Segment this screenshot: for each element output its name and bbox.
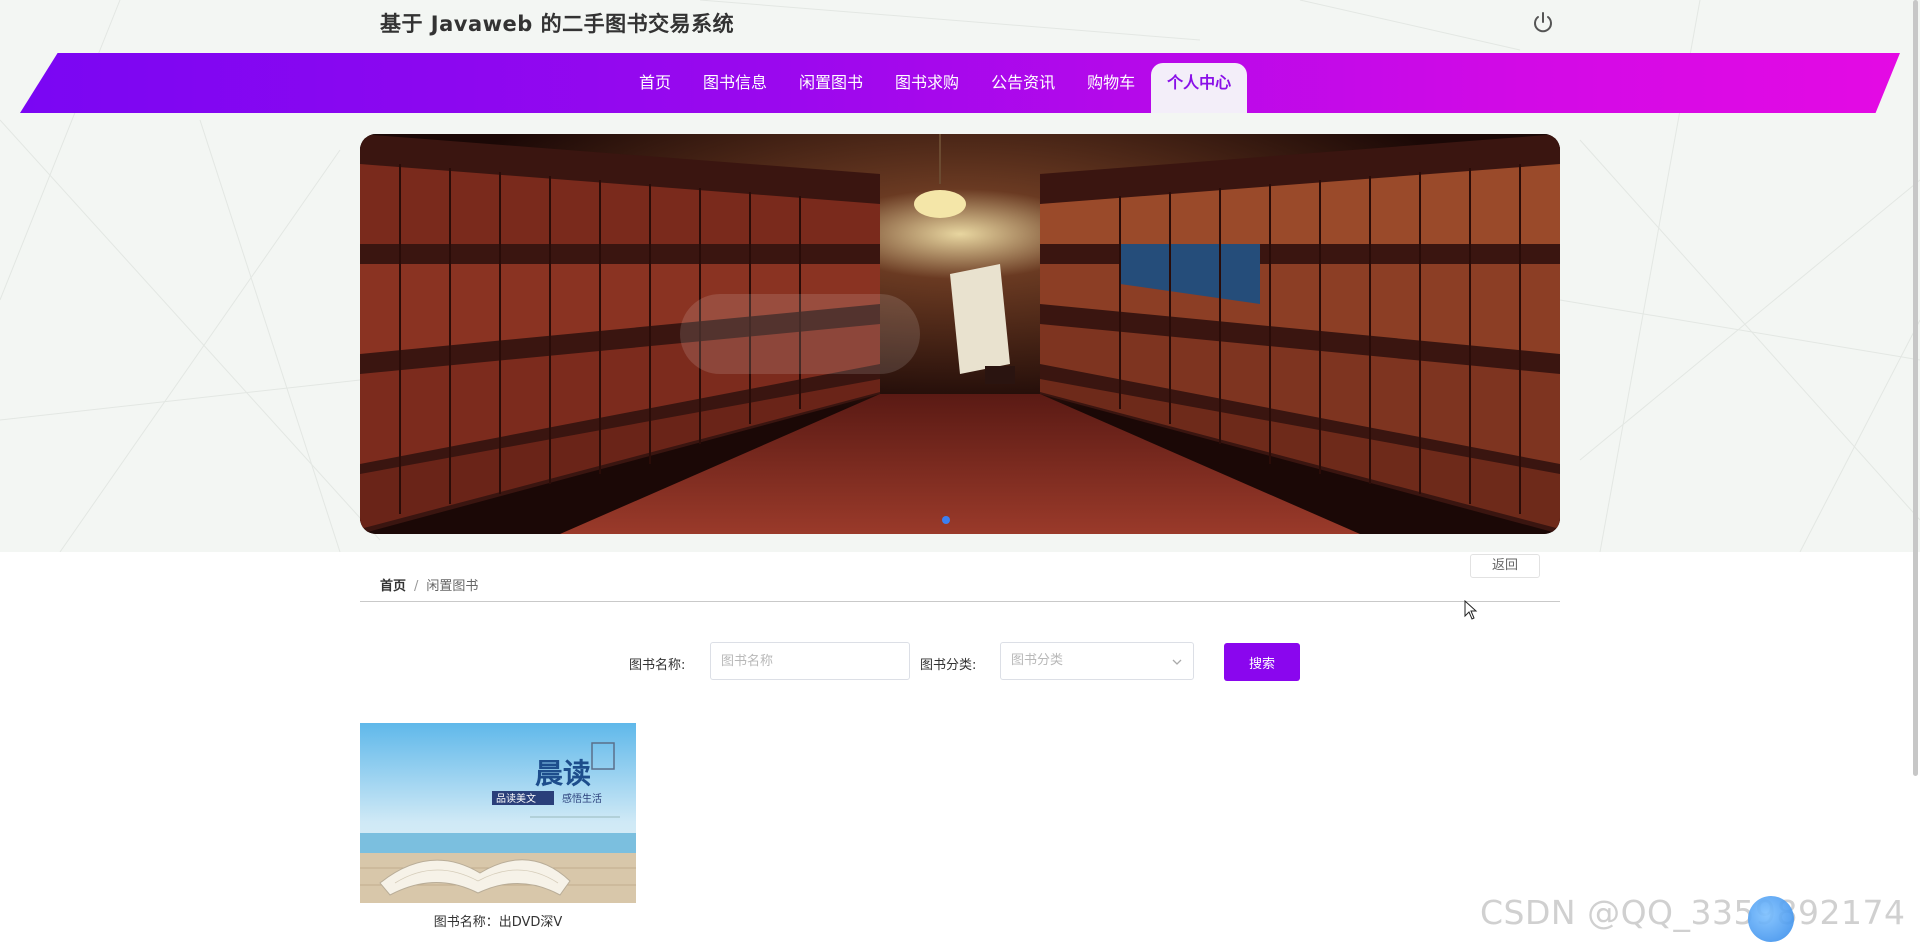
csdn-watermark: CSDN @QQ_3359892174 [1480,893,1906,932]
scrollbar[interactable] [1913,0,1918,776]
back-button[interactable]: 返回 [1470,554,1540,578]
book-cover-tag1: 品读美文 [496,792,536,805]
nav-item-book-info[interactable]: 图书信息 [687,63,783,113]
nav-item-idle-books[interactable]: 闲置图书 [783,63,879,113]
book-cover-tag2: 感悟生活 [562,792,602,805]
site-title: 基于 Javaweb 的二手图书交易系统 [380,12,735,36]
breadcrumb-divider [360,601,1560,602]
book-name-input[interactable] [710,642,910,680]
search-form: 图书名称: 图书分类: 图书分类 搜索 [0,642,1920,684]
breadcrumb: 首页 / 闲置图书 [380,575,478,594]
mouse-cursor-icon [1464,600,1478,620]
breadcrumb-home[interactable]: 首页 [380,579,406,594]
main-nav: 首页 图书信息 闲置图书 图书求购 公告资讯 购物车 个人中心 [623,63,1248,113]
nav-item-home[interactable]: 首页 [623,63,687,113]
book-name-label: 图书名称: [629,658,686,673]
header-background: 基于 Javaweb 的二手图书交易系统 首页 图书信息 闲置图书 图书求购 公… [0,0,1920,552]
search-button[interactable]: 搜索 [1224,643,1300,681]
nav-item-cart[interactable]: 购物车 [1071,63,1151,113]
book-category-placeholder: 图书分类 [1011,653,1064,668]
nav-item-profile[interactable]: 个人中心 [1151,63,1248,113]
breadcrumb-separator: / [414,579,419,594]
breadcrumb-current: 闲置图书 [426,579,479,594]
nav-item-announcements[interactable]: 公告资讯 [975,63,1071,113]
book-cover-image[interactable]: 晨读 品读美文 感悟生活 [360,723,636,903]
book-category-select[interactable]: 图书分类 [1000,642,1194,680]
chevron-down-icon [1172,659,1182,665]
banner-carousel[interactable] [360,134,1560,534]
book-category-label: 图书分类: [920,658,977,673]
carousel-indicator[interactable] [942,516,950,524]
power-icon[interactable] [1530,10,1556,36]
floating-assistant-button[interactable] [1748,896,1794,942]
library-banner-image [360,134,1560,534]
book-card[interactable]: 晨读 品读美文 感悟生活 图书名称：出DVD深V [360,723,636,930]
page: 基于 Javaweb 的二手图书交易系统 首页 图书信息 闲置图书 图书求购 公… [0,0,1920,946]
book-name: 图书名称：出DVD深V [433,915,563,930]
book-cover-title: 晨读 [535,757,591,790]
nav-item-book-wanted[interactable]: 图书求购 [879,63,975,113]
